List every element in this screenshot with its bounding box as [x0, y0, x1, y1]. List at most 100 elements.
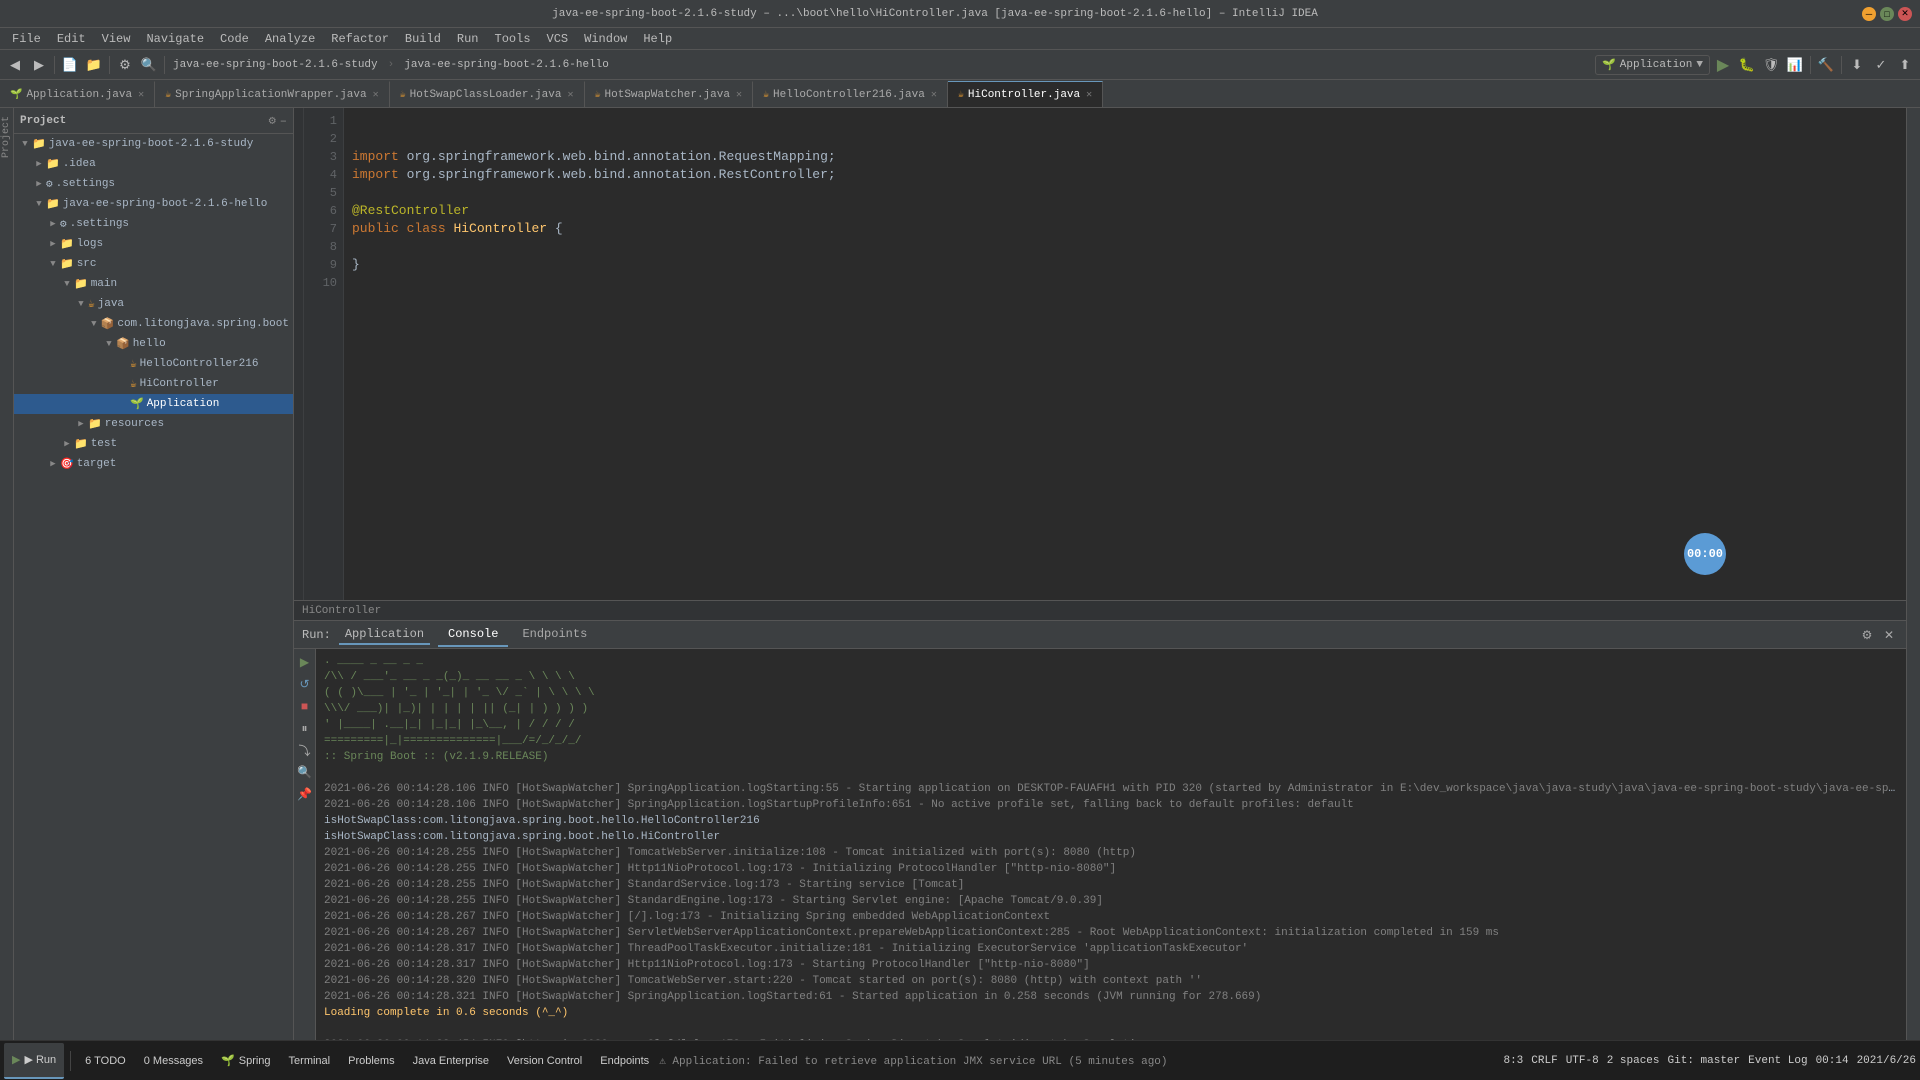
console-pin-btn[interactable]: 📌: [296, 785, 314, 803]
run-config-selector[interactable]: 🌱 Application ▼: [1595, 55, 1710, 75]
console-stop-btn[interactable]: ■: [296, 697, 314, 715]
debug-button[interactable]: 🐛: [1736, 54, 1758, 76]
taskbar-run-button[interactable]: ▶ ▶ Run: [4, 1043, 64, 1079]
project-tool-button[interactable]: Project: [0, 112, 14, 162]
tab-close-wrapper[interactable]: ✕: [373, 89, 379, 101]
menu-file[interactable]: File: [4, 30, 49, 48]
taskbar-spring-button[interactable]: 🌱 Spring: [213, 1043, 279, 1079]
tree-logs[interactable]: ▶ 📁 logs: [14, 234, 293, 254]
menu-help[interactable]: Help: [635, 30, 680, 48]
panel-close-button[interactable]: ✕: [1880, 626, 1898, 644]
minimize-button[interactable]: ─: [1862, 7, 1876, 21]
tab-hotswap-loader[interactable]: ☕ HotSwapClassLoader.java ✕: [390, 81, 585, 107]
tree-package[interactable]: ▼ 📦 com.litongjava.spring.boot: [14, 314, 293, 334]
toolbar-back-button[interactable]: ◀: [4, 54, 26, 76]
toolbar-settings-button[interactable]: ⚙: [114, 54, 136, 76]
tree-root[interactable]: ▼ 📁 java-ee-spring-boot-2.1.6-study: [14, 134, 293, 154]
menu-tools[interactable]: Tools: [487, 30, 539, 48]
menu-vcs[interactable]: VCS: [539, 30, 577, 48]
tab-close-hi[interactable]: ✕: [1086, 89, 1092, 101]
build-button[interactable]: 🔨: [1815, 54, 1837, 76]
tree-settings[interactable]: ▶ ⚙ .settings: [14, 174, 293, 194]
taskbar-terminal-button[interactable]: Terminal: [281, 1043, 339, 1079]
menu-analyze[interactable]: Analyze: [257, 30, 323, 48]
project-hide-icon[interactable]: –: [280, 114, 287, 128]
tree-module[interactable]: ▼ 📁 java-ee-spring-boot-2.1.6-hello: [14, 194, 293, 214]
profiler-button[interactable]: 📊: [1784, 54, 1806, 76]
tree-application[interactable]: 🌱 Application: [14, 394, 293, 414]
toolbar-search-button[interactable]: 🔍: [138, 54, 160, 76]
console-scroll-btn[interactable]: ⤵: [296, 741, 314, 759]
maximize-button[interactable]: □: [1880, 7, 1894, 21]
toolbar-project-crumb[interactable]: java-ee-spring-boot-2.1.6-study: [169, 59, 382, 71]
status-event-log[interactable]: Event Log: [1748, 1055, 1807, 1067]
tree-java[interactable]: ▼ ☕ java: [14, 294, 293, 314]
tree-module-settings[interactable]: ▶ ⚙ .settings: [14, 214, 293, 234]
right-sidebar: [1906, 108, 1920, 1040]
menu-code[interactable]: Code: [212, 30, 257, 48]
menu-navigate[interactable]: Navigate: [138, 30, 212, 48]
tree-hi-controller[interactable]: ☕ HiController: [14, 374, 293, 394]
console-output[interactable]: . ____ _ __ _ _ /\\ / ___'_ __ _ _(_)_ _…: [316, 649, 1906, 1040]
panel-tab-endpoints[interactable]: Endpoints: [512, 623, 597, 647]
tab-close-loader[interactable]: ✕: [567, 89, 573, 101]
tab-hi-controller[interactable]: ☕ HiController.java ✕: [948, 81, 1103, 107]
tab-hotswap-watcher[interactable]: ☕ HotSwapWatcher.java ✕: [585, 81, 753, 107]
tab-application-java[interactable]: 🌱 Application.java ✕: [0, 81, 155, 107]
git-push-button[interactable]: ⬆: [1894, 54, 1916, 76]
tree-resources[interactable]: ▶ 📁 resources: [14, 414, 293, 434]
tab-close-application[interactable]: ✕: [138, 89, 144, 101]
panel-settings-button[interactable]: ⚙: [1858, 626, 1876, 644]
tree-idea[interactable]: ▶ 📁 .idea: [14, 154, 293, 174]
tree-icon-target: 🎯: [60, 457, 74, 471]
status-position[interactable]: 8:3: [1503, 1055, 1523, 1067]
console-filter-btn[interactable]: 🔍: [296, 763, 314, 781]
git-commit-button[interactable]: ✓: [1870, 54, 1892, 76]
status-git[interactable]: Git: master: [1668, 1055, 1741, 1067]
toolbar-file-button[interactable]: 📄: [59, 54, 81, 76]
menu-refactor[interactable]: Refactor: [323, 30, 397, 48]
tree-test[interactable]: ▶ 📁 test: [14, 434, 293, 454]
status-line-ending[interactable]: CRLF: [1531, 1055, 1557, 1067]
panel-tab-console[interactable]: Console: [438, 623, 508, 647]
taskbar-java-enterprise-button[interactable]: Java Enterprise: [405, 1043, 497, 1079]
console-suspend-btn[interactable]: ⏸: [296, 719, 314, 737]
tree-src[interactable]: ▼ 📁 src: [14, 254, 293, 274]
console-run-btn[interactable]: ▶: [296, 653, 314, 671]
run-config-tab[interactable]: Application: [339, 625, 430, 645]
taskbar-version-control-button[interactable]: Version Control: [499, 1043, 590, 1079]
tree-target[interactable]: ▶ 🎯 target: [14, 454, 293, 474]
tree-hello-controller216[interactable]: ☕ HelloController216: [14, 354, 293, 374]
taskbar-endpoints-button[interactable]: Endpoints: [592, 1043, 657, 1079]
code-line-9: }: [352, 256, 1898, 274]
status-indent[interactable]: 2 spaces: [1607, 1055, 1660, 1067]
console-rerun-btn[interactable]: ↺: [296, 675, 314, 693]
project-settings-icon[interactable]: ⚙: [269, 113, 276, 128]
tab-close-hello216[interactable]: ✕: [931, 89, 937, 101]
console-log-app-started: 2021-06-26 00:14:28.321 INFO [HotSwapWat…: [324, 989, 1898, 1005]
console-loading-complete: Loading complete in 0.6 seconds (^_^): [324, 1005, 1898, 1021]
tree-main[interactable]: ▼ 📁 main: [14, 274, 293, 294]
tab-spring-wrapper[interactable]: ☕ SpringApplicationWrapper.java ✕: [155, 81, 390, 107]
menu-edit[interactable]: Edit: [49, 30, 94, 48]
menu-view[interactable]: View: [94, 30, 139, 48]
tab-hello-controller216[interactable]: ☕ HelloController216.java ✕: [753, 81, 948, 107]
run-button[interactable]: ▶: [1712, 54, 1734, 76]
code-text[interactable]: import org.springframework.web.bind.anno…: [344, 108, 1906, 600]
console-line-blank-1: [324, 765, 1898, 781]
run-coverage-button[interactable]: 🛡: [1760, 54, 1782, 76]
taskbar-todo-button[interactable]: 6 TODO: [77, 1043, 134, 1079]
status-encoding[interactable]: UTF-8: [1566, 1055, 1599, 1067]
taskbar-problems-button[interactable]: Problems: [340, 1043, 402, 1079]
toolbar-module-crumb[interactable]: java-ee-spring-boot-2.1.6-hello: [400, 59, 613, 71]
taskbar-messages-button[interactable]: 0 Messages: [136, 1043, 211, 1079]
toolbar-folder-button[interactable]: 📁: [83, 54, 105, 76]
git-update-button[interactable]: ⬇: [1846, 54, 1868, 76]
menu-build[interactable]: Build: [397, 30, 449, 48]
menu-run[interactable]: Run: [449, 30, 487, 48]
tree-hello-pkg[interactable]: ▼ 📦 hello: [14, 334, 293, 354]
toolbar-forward-button[interactable]: ▶: [28, 54, 50, 76]
menu-window[interactable]: Window: [576, 30, 635, 48]
close-button[interactable]: ✕: [1898, 7, 1912, 21]
tab-close-watcher[interactable]: ✕: [736, 89, 742, 101]
